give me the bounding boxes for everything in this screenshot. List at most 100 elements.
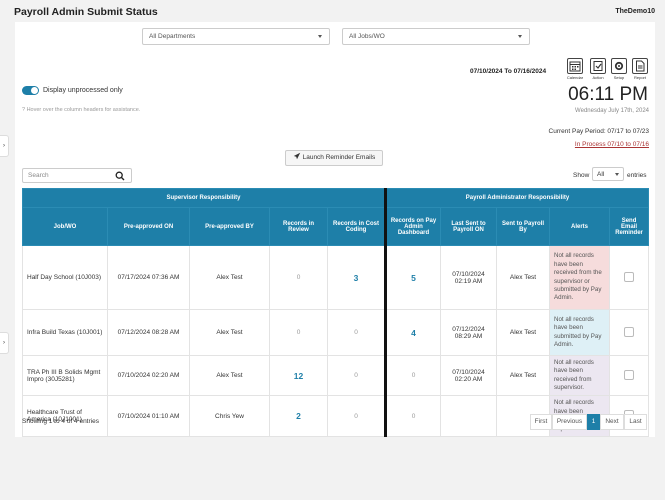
job-cell: Half Day School (10J003) — [22, 245, 108, 310]
last-sent-cell: 07/10/2024 02:20 AM — [440, 354, 497, 397]
department-select-value: All Departments — [149, 33, 196, 40]
chevron-down-icon — [318, 35, 322, 38]
report-button[interactable]: Report — [631, 58, 649, 80]
pre-approved-by-cell: Chris Yew — [189, 395, 270, 437]
records-in-cost-coding-link[interactable]: 3 — [327, 245, 386, 310]
send-email-checkbox[interactable] — [624, 271, 635, 282]
send-email-cell — [608, 354, 650, 397]
records-in-review-link[interactable]: 2 — [269, 395, 328, 437]
launch-reminder-emails-button[interactable]: Launch Reminder Emails — [285, 150, 383, 166]
table-row: Half Day School (10J003) 07/17/2024 07:3… — [22, 245, 650, 310]
alert-cell: Not all records have been received from … — [549, 245, 610, 310]
records-on-dashboard-link[interactable]: 4 — [384, 309, 441, 356]
setup-button[interactable]: Setup — [610, 58, 628, 80]
user-name[interactable]: TheDemo10 — [615, 8, 655, 15]
column-header[interactable]: Pre-approved BY — [189, 207, 270, 246]
unprocessed-toggle-label: Display unprocessed only — [43, 87, 123, 94]
pager-next[interactable]: Next — [600, 414, 624, 430]
date-range: 07/10/2024 To 07/16/2024 — [470, 68, 547, 75]
calendar-label: Calendar — [566, 75, 584, 80]
gear-icon — [611, 58, 627, 74]
pre-approved-by-cell: Alex Test — [189, 354, 270, 397]
send-email-cell — [608, 245, 650, 310]
records-in-cost-coding-cell: 0 — [327, 309, 386, 356]
records-in-review-link[interactable]: 12 — [269, 354, 328, 397]
page-title: Payroll Admin Submit Status — [14, 6, 158, 18]
pager-last[interactable]: Last — [624, 414, 647, 430]
column-header[interactable]: Records in Cost Coding — [327, 207, 386, 246]
column-header[interactable]: Records on Pay Admin Dashboard — [384, 207, 441, 246]
last-sent-cell: 07/12/2024 08:29 AM — [440, 309, 497, 356]
pre-approved-on-cell: 07/10/2024 02:20 AM — [107, 354, 190, 397]
pager-first[interactable]: First — [530, 414, 552, 430]
job-cell: Infra Build Texas (10J001) — [22, 309, 108, 356]
in-process-link[interactable]: In Process 07/10 to 07/16 — [575, 141, 649, 148]
pre-approved-on-cell: 07/10/2024 01:10 AM — [107, 395, 190, 437]
column-header[interactable]: Pre-approved ON — [107, 207, 190, 246]
column-header[interactable]: Send Email Reminder — [608, 207, 650, 246]
alert-cell: Not all records have been received from … — [549, 354, 610, 397]
alert-cell: Not all records have been submitted by P… — [549, 309, 610, 356]
jobs-select-value: All Jobs/WO — [349, 33, 385, 40]
paper-plane-icon — [293, 152, 303, 161]
records-in-cost-coding-cell: 0 — [327, 354, 386, 397]
clock-time: 06:11 PM — [568, 84, 648, 105]
side-expand-tab-bottom[interactable]: › — [0, 332, 9, 354]
column-header[interactable]: Job/WO — [22, 207, 108, 246]
last-sent-cell: 07/10/2024 02:19 AM — [440, 245, 497, 310]
group-header-supervisor: Supervisor Responsibility — [22, 188, 386, 208]
show-label: Show — [573, 172, 590, 179]
records-in-review-cell: 0 — [269, 309, 328, 356]
search-placeholder: Search — [28, 172, 49, 179]
job-cell: TRA Ph III B Solids Mgmt Impro (30J5281) — [22, 354, 108, 397]
table-row: TRA Ph III B Solids Mgmt Impro (30J5281)… — [22, 354, 650, 397]
group-header-payroll-admin: Payroll Administrator Responsibility — [383, 188, 650, 208]
top-bar: Payroll Admin Submit Status TheDemo10 — [0, 0, 665, 22]
send-email-checkbox[interactable] — [624, 326, 635, 337]
column-header[interactable]: Last Sent to Payroll ON — [440, 207, 497, 246]
pre-approved-by-cell: Alex Test — [189, 245, 270, 310]
calendar-icon — [567, 58, 583, 74]
pager-page-1[interactable]: 1 — [587, 414, 600, 430]
column-header[interactable]: Records in Review — [269, 207, 328, 246]
launch-reminder-emails-label: Launch Reminder Emails — [302, 154, 376, 161]
current-pay-period: Current Pay Period: 07/17 to 07/23 — [548, 128, 649, 135]
search-input[interactable]: Search — [22, 168, 132, 183]
action-label: Action — [592, 75, 604, 80]
calendar-button[interactable]: Calendar — [566, 58, 584, 80]
send-email-cell — [608, 309, 650, 356]
department-select[interactable]: All Departments — [142, 28, 330, 45]
setup-label: Setup — [613, 75, 625, 80]
last-sent-cell — [440, 395, 497, 437]
column-header[interactable]: Sent to Payroll By — [496, 207, 550, 246]
clock-date: Wednesday July 17th, 2024 — [575, 108, 649, 114]
chevron-down-icon — [615, 173, 619, 176]
unprocessed-toggle[interactable] — [22, 86, 39, 95]
sent-by-cell: Alex Test — [496, 354, 550, 397]
table-row: Infra Build Texas (10J001) 07/12/2024 08… — [22, 309, 650, 356]
side-expand-tab-top[interactable]: › — [0, 135, 9, 157]
sent-by-cell: Alex Test — [496, 309, 550, 356]
action-button[interactable]: Action — [589, 58, 607, 80]
records-on-dashboard-link[interactable]: 5 — [384, 245, 441, 310]
page-length-value: All — [597, 171, 605, 178]
records-on-dashboard-cell: 0 — [384, 354, 441, 397]
column-header[interactable]: Alerts — [549, 207, 610, 246]
report-label: Report — [633, 75, 646, 80]
jobs-select[interactable]: All Jobs/WO — [342, 28, 530, 45]
entries-label: entries — [627, 172, 647, 179]
records-in-cost-coding-cell: 0 — [327, 395, 386, 437]
pager-previous[interactable]: Previous — [552, 414, 587, 430]
chevron-down-icon — [518, 35, 522, 38]
help-hint: ? Hover over the column headers for assi… — [22, 107, 141, 113]
send-email-checkbox[interactable] — [624, 369, 635, 380]
pre-approved-by-cell: Alex Test — [189, 309, 270, 356]
page-length-select[interactable]: All — [592, 167, 624, 181]
records-on-dashboard-cell: 0 — [384, 395, 441, 437]
status-table: Supervisor Responsibility Payroll Admini… — [22, 188, 650, 437]
pre-approved-on-cell: 07/12/2024 08:28 AM — [107, 309, 190, 356]
job-cell: Healthcare Trust of America (10J1001) — [22, 395, 108, 437]
sent-by-cell: Alex Test — [496, 245, 550, 310]
table-info: Showing 1 to 4 of 4 entries — [22, 418, 99, 425]
records-in-review-cell: 0 — [269, 245, 328, 310]
